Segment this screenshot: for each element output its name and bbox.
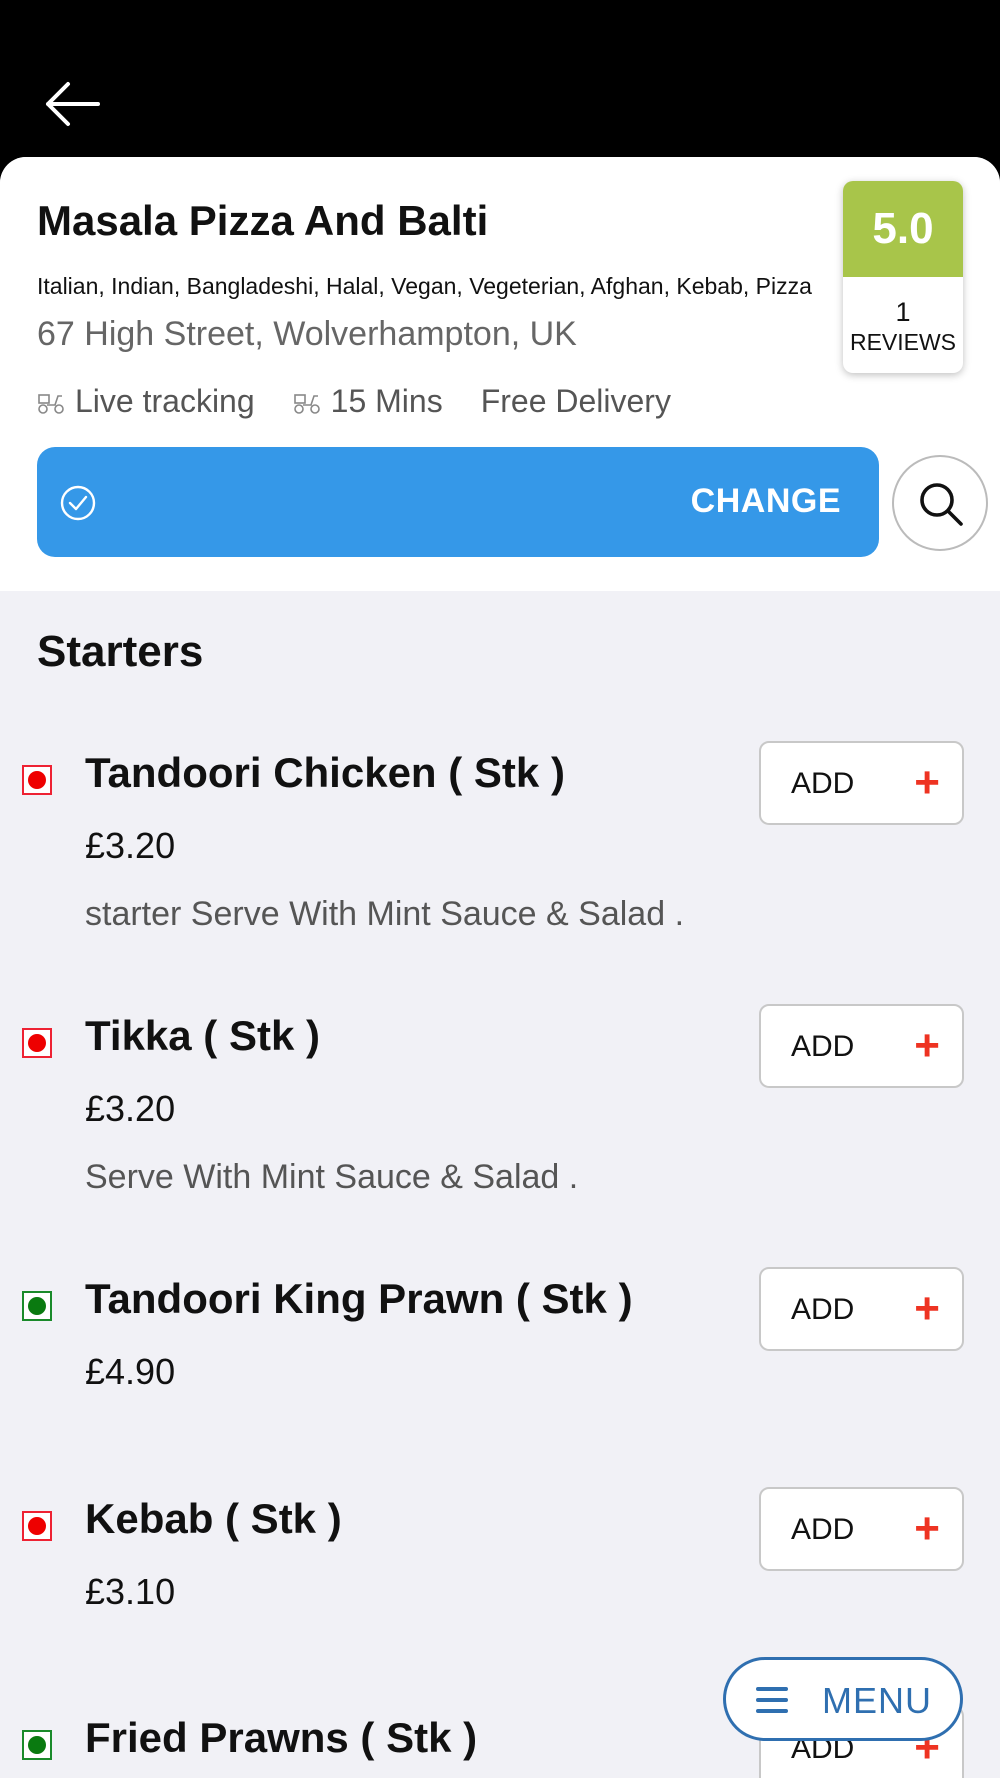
- plus-icon: +: [914, 1504, 940, 1553]
- veg-indicator-icon: [22, 1730, 52, 1760]
- rating-score: 5.0: [843, 181, 963, 277]
- item-price: £3.10: [85, 1571, 176, 1612]
- scooter-icon: [293, 393, 320, 414]
- item-price: £3.20: [85, 1088, 176, 1129]
- rating-badge[interactable]: 5.0 1 REVIEWS: [843, 181, 963, 373]
- restaurant-sheet: Masala Pizza And Balti Italian, Indian, …: [0, 157, 1000, 1778]
- item-name: Tandoori Chicken ( Stk ): [85, 749, 565, 796]
- item-description: starter Serve With Mint Sauce & Salad .: [85, 895, 685, 933]
- add-label: ADD: [791, 1513, 855, 1546]
- plus-icon: +: [914, 1021, 940, 1070]
- delivery-info-row: Live tracking 15 Mins Free Delivery: [37, 383, 671, 420]
- arrow-left-icon: [46, 82, 100, 126]
- delivery-fee-label: Free Delivery: [480, 383, 671, 419]
- add-label: ADD: [791, 1030, 855, 1063]
- restaurant-address: 67 High Street, Wolverhampton, UK: [37, 315, 577, 353]
- review-count: 1: [895, 297, 911, 327]
- change-bar[interactable]: CHANGE: [37, 447, 879, 557]
- section-title: Starters: [37, 627, 204, 676]
- item-name: Fried Prawns ( Stk ): [85, 1714, 478, 1761]
- item-name: Kebab ( Stk ): [85, 1495, 342, 1542]
- add-label: ADD: [791, 767, 855, 800]
- scooter-icon: [38, 393, 64, 414]
- cuisine-list: Italian, Indian, Bangladeshi, Halal, Veg…: [37, 273, 812, 299]
- plus-icon: +: [914, 758, 940, 807]
- hamburger-icon: [756, 1687, 788, 1713]
- add-button[interactable]: ADD +: [759, 1267, 964, 1351]
- add-button[interactable]: ADD +: [759, 1487, 964, 1571]
- top-bar: [0, 0, 1000, 170]
- menu-label: MENU: [822, 1680, 932, 1721]
- item-price: £4.90: [85, 1351, 176, 1392]
- non-veg-indicator-icon: [22, 1511, 52, 1541]
- live-tracking-label: Live tracking: [75, 383, 255, 419]
- add-button[interactable]: ADD +: [759, 1004, 964, 1088]
- delivery-time-label: 15 Mins: [330, 383, 443, 419]
- change-button-label: CHANGE: [690, 482, 841, 520]
- plus-icon: +: [914, 1284, 940, 1333]
- non-veg-indicator-icon: [22, 765, 52, 795]
- item-name: Tikka ( Stk ): [85, 1012, 320, 1059]
- item-description: Serve With Mint Sauce & Salad .: [85, 1158, 579, 1196]
- add-button[interactable]: ADD +: [759, 741, 964, 825]
- menu-fab-button[interactable]: MENU: [723, 1657, 963, 1741]
- restaurant-header: Masala Pizza And Balti Italian, Indian, …: [0, 157, 1000, 591]
- search-icon: [920, 483, 963, 526]
- item-price: £3.20: [85, 825, 176, 866]
- non-veg-indicator-icon: [22, 1028, 52, 1058]
- reviews-label: REVIEWS: [849, 329, 957, 355]
- restaurant-name: Masala Pizza And Balti: [37, 197, 489, 244]
- search-button[interactable]: [892, 455, 988, 551]
- check-circle-icon: [60, 485, 96, 521]
- add-label: ADD: [791, 1293, 855, 1326]
- veg-indicator-icon: [22, 1291, 52, 1321]
- item-name: Tandoori King Prawn ( Stk ): [85, 1275, 633, 1322]
- back-button[interactable]: [40, 78, 104, 130]
